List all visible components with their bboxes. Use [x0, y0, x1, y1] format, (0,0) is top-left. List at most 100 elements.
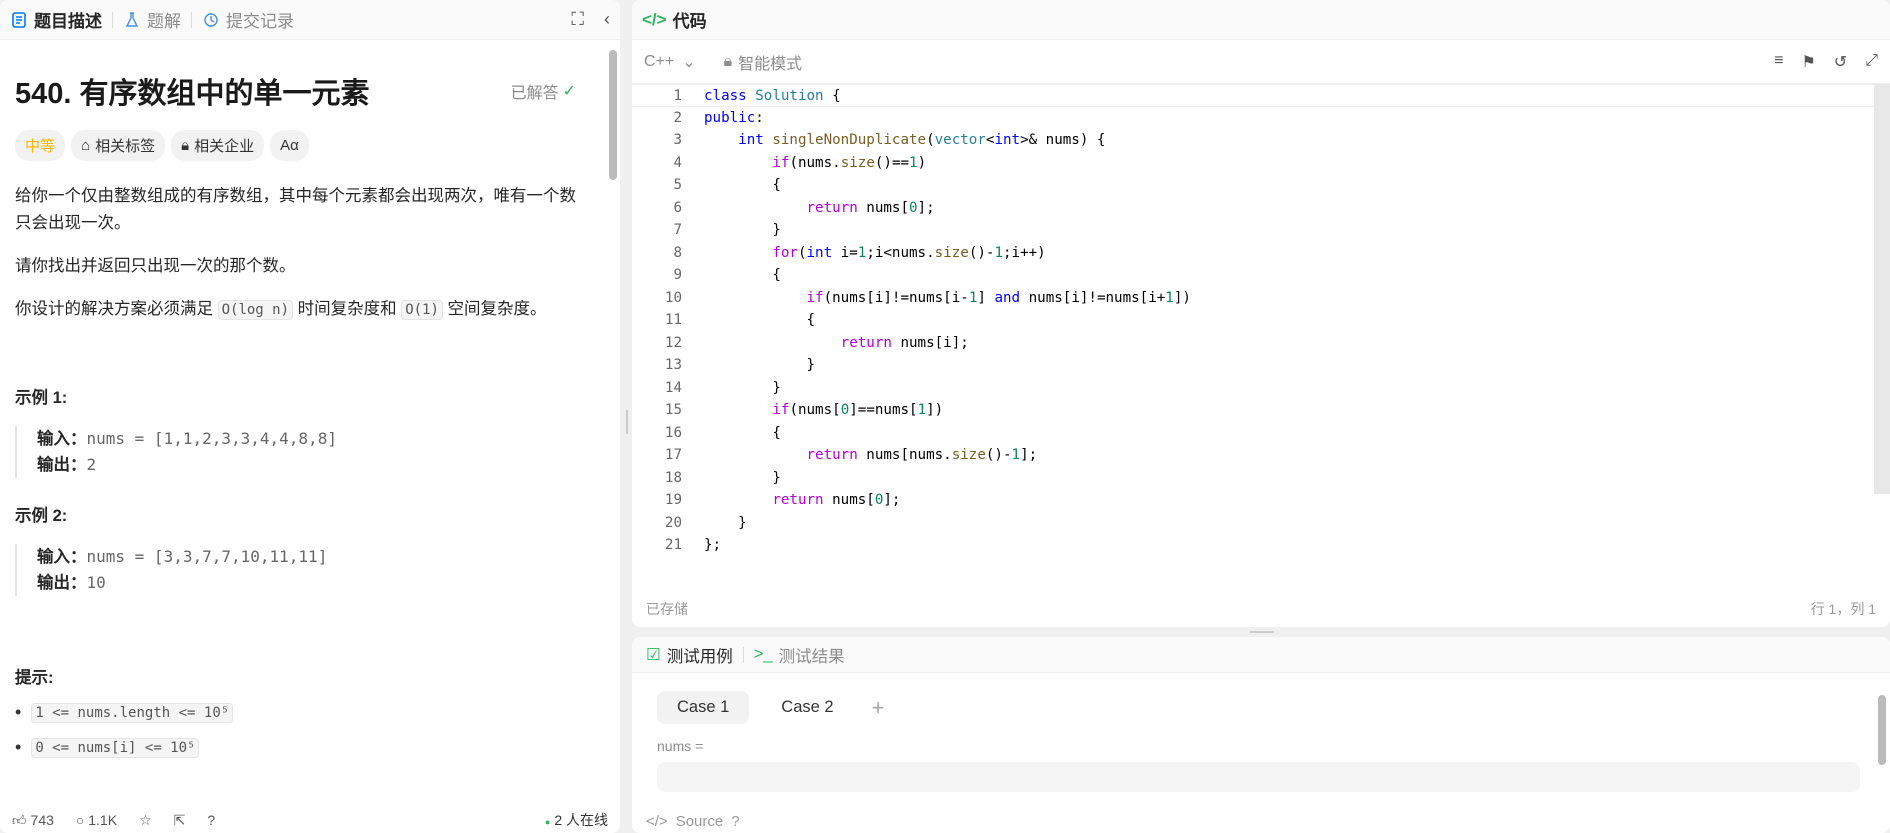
- help-icon[interactable]: ?: [731, 813, 739, 830]
- comment-count: 1.1K: [88, 812, 118, 828]
- line-number: 21: [664, 537, 682, 553]
- code-editor[interactable]: 1 class Solution { 2 public: 3 int singleN…: [632, 84, 1890, 564]
- line-number: 5: [673, 177, 682, 193]
- code-text: if(nums[0]==nums[1]): [772, 402, 944, 418]
- comment-button[interactable]: ○ 1.1K: [76, 812, 117, 828]
- online-count: 2 人在线: [545, 810, 608, 830]
- comment-icon: ○: [75, 812, 85, 828]
- input-label: 输入：: [37, 430, 87, 448]
- solved-label: 已解答: [510, 85, 559, 102]
- tab-solution[interactable]: 题解: [123, 7, 181, 32]
- difficulty-badge[interactable]: 中等: [15, 130, 66, 161]
- like-count: 743: [30, 811, 54, 828]
- problem-content: 540. 有序数组中的单一元素 已解答 ✓ 中等 ⌂ 相关标签 🔒︎ 相关企业 …: [0, 44, 606, 807]
- code-text: return nums[0];: [772, 492, 901, 508]
- line-number: 20: [664, 514, 682, 531]
- case-tabs: Case 1 Case 2 +: [657, 691, 1890, 724]
- smart-mode-toggle[interactable]: 🔒︎ 智能模式: [724, 50, 803, 74]
- flask-icon: [123, 11, 141, 29]
- related-tags-button[interactable]: ⌂ 相关标签: [71, 130, 166, 161]
- editor-scrollbar[interactable]: [1874, 84, 1890, 494]
- output-value: 2: [86, 455, 97, 474]
- code-text: }: [704, 222, 781, 238]
- test-scrollbar[interactable]: [1878, 695, 1886, 765]
- tab-description-label: 题目描述: [34, 12, 102, 31]
- code-panel: </> 代码 C++ ⌄ 🔒︎ 智能模式 ≡ ⚑ ↺ ⤢ 1 class Solu…: [632, 0, 1890, 627]
- code-line: 13 }: [632, 354, 1890, 377]
- code-text: }: [704, 379, 781, 396]
- tab-testcases[interactable]: ☑ 测试用例: [646, 643, 733, 667]
- star-icon[interactable]: ☆: [139, 812, 152, 829]
- code-line: 15 if(nums[0]==nums[1]): [632, 399, 1890, 422]
- vertical-resize-handle[interactable]: [626, 410, 628, 434]
- tag-row: 中等 ⌂ 相关标签 🔒︎ 相关企业 Aα: [15, 130, 591, 161]
- code-line: 7 }: [632, 219, 1890, 242]
- source-link[interactable]: Source: [676, 813, 724, 830]
- case-1-tab[interactable]: Case 1: [657, 691, 750, 724]
- editor-statusbar: 已存储 行 1，列 1: [632, 591, 1890, 627]
- input-value: nums = [3,3,7,7,10,11,11]: [86, 547, 328, 566]
- document-icon: [10, 11, 28, 29]
- line-number: 13: [664, 357, 682, 373]
- solved-status: 已解答 ✓: [511, 79, 591, 103]
- tab-submissions[interactable]: 提交记录: [202, 7, 294, 32]
- hints-title: 提示:: [15, 669, 54, 687]
- fullscreen-icon[interactable]: ⛶: [571, 9, 584, 30]
- output-label: 输出：: [37, 456, 87, 474]
- line-number: 2: [673, 109, 682, 126]
- desc-paragraph-1: 给你一个仅由整数组成的有序数组，其中每个元素都会出现两次，唯有一个数只会出现一次…: [15, 187, 576, 232]
- line-number: 17: [664, 447, 682, 463]
- language-value: C++: [644, 52, 675, 70]
- tab-testresults[interactable]: >_ 测试结果: [754, 643, 845, 667]
- language-select[interactable]: C++ ⌄: [644, 52, 696, 72]
- code-text: {: [704, 267, 781, 283]
- font-toggle-button[interactable]: Aα: [270, 130, 309, 161]
- case-2-tab[interactable]: Case 2: [761, 691, 853, 724]
- example-2-title: 示例 2:: [15, 507, 68, 525]
- horizontal-resize-handle[interactable]: [1250, 631, 1274, 633]
- tab-testresults-label: 测试结果: [778, 647, 845, 666]
- code-icon: </>: [642, 9, 667, 29]
- line-number: 3: [673, 132, 682, 148]
- test-footer: </> Source ?: [646, 809, 740, 833]
- add-case-button[interactable]: +: [872, 695, 885, 721]
- thumbs-up-icon: 👍︎: [12, 811, 27, 828]
- share-icon[interactable]: ⇱: [174, 812, 186, 829]
- code-text: for(int i=1;i<nums.size()-1;i++): [772, 244, 1046, 261]
- reset-icon[interactable]: ↺: [1834, 52, 1847, 72]
- tab-description[interactable]: 题目描述: [10, 7, 102, 32]
- line-number: 9: [673, 267, 682, 283]
- problem-panel: 题目描述 题解 提交记录 ⛶ ‹ 540. 有序数组中的单一元素 已解答 ✓ 中…: [0, 0, 620, 833]
- code-text: public:: [704, 109, 764, 126]
- desc-paragraph-2: 请你找出并返回只出现一次的那个数。: [15, 257, 296, 275]
- hints-list: 1 <= nums.length <= 10⁵ 0 <= nums[i] <= …: [15, 702, 591, 758]
- line-number: 6: [673, 199, 682, 216]
- help-icon[interactable]: ?: [207, 812, 215, 828]
- related-companies-button[interactable]: 🔒︎ 相关企业: [171, 130, 265, 161]
- chevron-down-icon: ⌄: [682, 53, 696, 71]
- code-line: 6 return nums[0];: [632, 197, 1890, 220]
- like-button[interactable]: 👍︎ 743: [12, 812, 54, 829]
- format-icon[interactable]: ≡: [1774, 52, 1783, 72]
- code-line: 19 return nums[0];: [632, 489, 1890, 512]
- bookmark-icon[interactable]: ⚑: [1801, 52, 1815, 72]
- code-text: return nums[i];: [840, 334, 969, 351]
- code-tabbar: </> 代码: [632, 0, 1890, 40]
- tab-code-label: 代码: [672, 12, 707, 31]
- line-number: 19: [664, 492, 682, 508]
- hint-code: 0 <= nums[i] <= 10⁵: [31, 737, 200, 758]
- left-scrollbar[interactable]: [609, 50, 617, 180]
- checkbox-icon: ☑: [646, 645, 661, 664]
- collapse-left-icon[interactable]: ‹: [604, 9, 610, 30]
- tab-code[interactable]: </> 代码: [642, 7, 707, 32]
- tag-icon: ⌂: [81, 137, 91, 154]
- inline-code: O(log n): [217, 300, 294, 320]
- code-line: 14 }: [632, 377, 1890, 400]
- code-text: return nums[nums.size()-1];: [806, 447, 1038, 463]
- expand-icon[interactable]: ⤢: [1865, 52, 1878, 72]
- code-text: };: [704, 537, 722, 553]
- line-number: 4: [673, 154, 682, 171]
- param-input[interactable]: [657, 762, 1860, 792]
- output-label: 输出：: [37, 574, 87, 592]
- line-number: 15: [664, 402, 682, 418]
